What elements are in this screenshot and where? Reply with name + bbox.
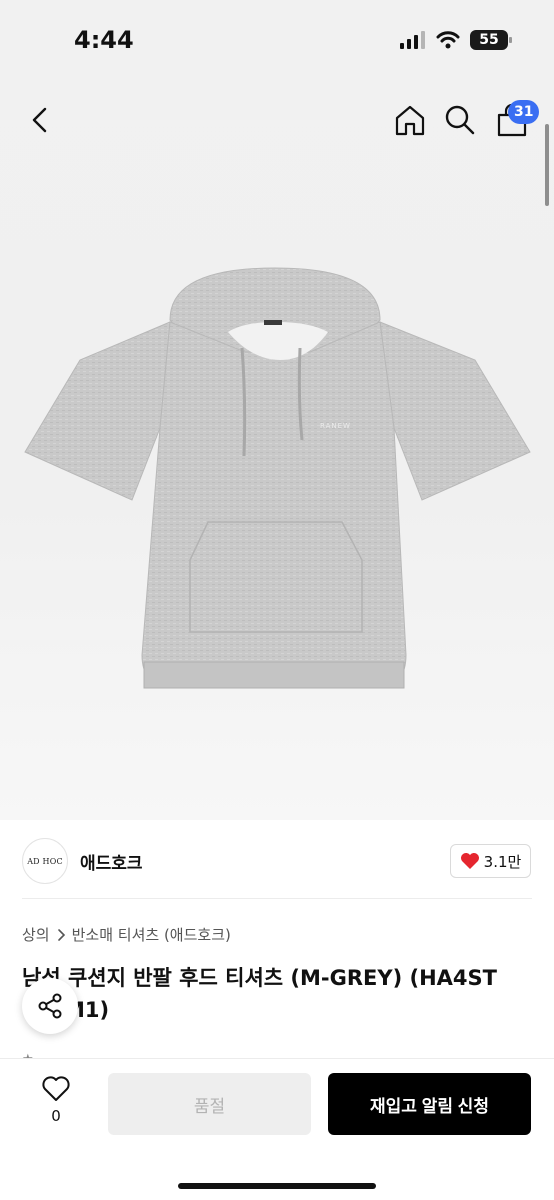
cart-badge: 31	[508, 100, 540, 124]
brand-logo-text: AD HOC	[27, 856, 63, 866]
hoodie-body	[141, 321, 407, 689]
back-icon[interactable]	[22, 102, 58, 138]
hoodie-chest-logo: RANEW	[320, 422, 351, 430]
wifi-icon	[436, 31, 460, 49]
breadcrumb-category[interactable]: 상의	[22, 924, 50, 945]
brand-like-button[interactable]: 3.1만	[450, 844, 531, 878]
status-time: 4:44	[74, 26, 134, 54]
product-title-line-2: M1)	[64, 998, 110, 1022]
battery-level: 55	[479, 32, 499, 48]
search-icon[interactable]	[442, 102, 478, 138]
wishlist-button[interactable]: 0	[34, 1075, 78, 1135]
battery-icon: 55	[470, 30, 512, 50]
signal-icon	[400, 31, 425, 49]
wishlist-count: 0	[51, 1107, 61, 1125]
breadcrumb-subcategory[interactable]: 반소매 티셔츠 (애드호크)	[72, 924, 231, 945]
scrollbar[interactable]	[545, 124, 549, 206]
brand-logo[interactable]: AD HOC	[22, 838, 68, 884]
restock-alert-button[interactable]: 재입고 알림 신청	[328, 1073, 531, 1135]
hoodie-left-sleeve	[24, 321, 171, 501]
status-icons: 55	[400, 30, 512, 50]
home-icon[interactable]	[392, 102, 428, 138]
home-indicator	[178, 1183, 376, 1189]
breadcrumb: 상의 반소매 티셔츠 (애드호크)	[22, 924, 231, 945]
brand-row: AD HOC 애드호크 3.1만	[0, 836, 554, 886]
divider	[22, 898, 532, 899]
product-title-line-1: 남성 쿠션지 반팔 후드 티셔츠 (M-GREY) (HA4ST	[22, 966, 497, 990]
share-icon	[38, 993, 62, 1019]
brand-name[interactable]: 애드호크	[80, 849, 143, 874]
share-button[interactable]	[22, 978, 78, 1034]
heart-outline-icon	[42, 1076, 70, 1101]
brand-like-count: 3.1만	[483, 852, 522, 871]
bottom-action-bar: 0 품절 재입고 알림 신청	[0, 1058, 554, 1200]
soldout-button: 품절	[108, 1073, 311, 1135]
hoodie-right-sleeve	[379, 321, 531, 501]
top-nav	[0, 96, 554, 144]
chevron-right-icon	[57, 928, 65, 941]
heart-filled-icon	[460, 853, 479, 869]
status-bar: 4:44 55	[0, 0, 554, 80]
product-title: 남성 쿠션지 반팔 후드 티셔츠 (M-GREY) (HA4ST M1)	[22, 962, 534, 1026]
product-photo[interactable]: RANEW	[20, 260, 534, 710]
